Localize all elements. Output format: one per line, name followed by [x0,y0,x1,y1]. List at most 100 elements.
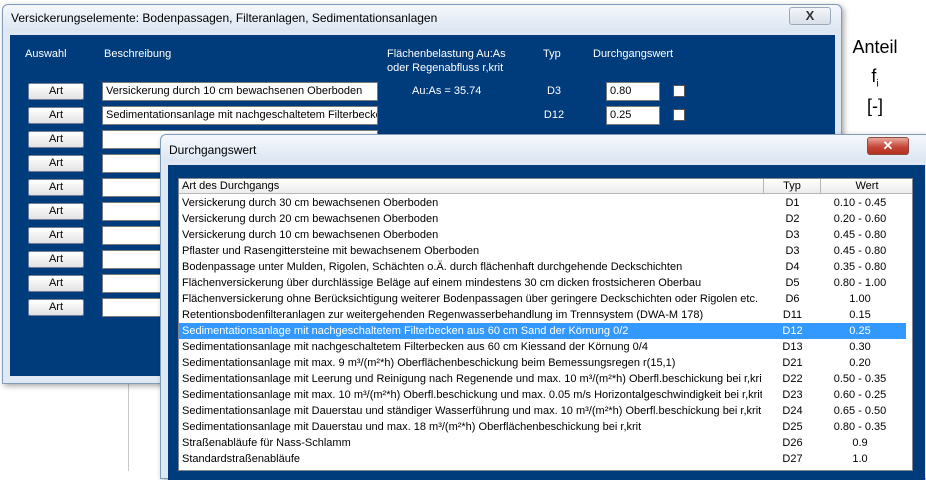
list-item-art: Standardstraßenabläufe [182,453,301,465]
dialog-title-bar[interactable]: Durchgangswert ✕ [161,135,926,161]
durchgangswert-field[interactable]: 0.25 [606,106,660,125]
list-item[interactable]: Flächenversickerung ohne Berücksichtigun… [179,291,906,307]
list-item-wert: 0.20 [849,357,871,369]
art-button[interactable]: Art [28,155,84,172]
durchgangswert-field[interactable]: 0.80 [606,82,660,101]
header-durchgangswert: Durchgangswert [593,48,674,60]
list-item-art: Sedimentationsanlage mit Leerung und Rei… [182,373,762,385]
list-item-wert: 0.80 - 0.35 [833,421,887,433]
row-checkbox[interactable] [673,109,685,121]
list-item-art: Sedimentationsanlage mit max. 9 m³/(m²*h… [182,357,676,369]
art-button[interactable]: Art [28,203,84,220]
art-button[interactable]: Art [28,83,84,100]
list-item-typ: D4 [785,261,800,273]
column-header-typ[interactable]: Typ [764,179,821,194]
typ-value: D3 [546,85,562,97]
list-item[interactable]: Sedimentationsanlage mit nachgeschaltete… [179,323,906,339]
list-item-wert: 0.10 - 0.45 [833,197,887,209]
list-item-art: Versickerung durch 30 cm bewachsenen Obe… [182,197,439,209]
list-item-typ: D3 [785,229,800,241]
list-item-typ: D25 [782,421,803,433]
list-item-wert: 0.45 - 0.80 [833,229,887,241]
list-item-typ: D5 [785,277,800,289]
header-typ: Typ [543,48,561,60]
list-item-typ: D6 [785,293,800,305]
header-flaechenbelastung-1: Flächenbelastung Au:As [387,48,506,60]
art-button[interactable]: Art [28,251,84,268]
list-item[interactable]: Flächenversickerung über durchlässige Be… [179,275,906,291]
f-subscript: i [876,78,879,90]
anteil-label: Anteil [852,37,898,57]
column-header-art[interactable]: Art des Durchgangs [179,179,764,194]
list-item[interactable]: Sedimentationsanlage mit Dauerstau und m… [179,419,906,435]
fi-label: fi [840,66,910,90]
beschreibung-field[interactable]: Sedimentationsanlage mit nachgeschaltete… [102,106,378,125]
list-item-typ: D1 [785,197,800,209]
header-beschreibung: Beschreibung [104,48,172,60]
list-item-wert: 0.9 [852,437,868,449]
list-item[interactable]: Sedimentationsanlage mit nachgeschaltete… [179,339,906,355]
list-item-art: Sedimentationsanlage mit nachgeschaltete… [182,341,648,353]
list-item[interactable]: Pflaster und Rasengittersteine mit bewac… [179,243,906,259]
durchgang-list[interactable]: Art des Durchgangs Typ Wert Versickerung… [178,178,913,471]
art-button[interactable]: Art [28,107,84,124]
list-item-wert: 0.25 [849,325,871,337]
beschreibung-field[interactable]: Versickerung durch 10 cm bewachsenen Obe… [102,82,378,101]
list-item-typ: D22 [782,373,803,385]
list-item[interactable]: Sedimentationsanlage mit Leerung und Rei… [179,371,906,387]
list-item-art: Pflaster und Rasengittersteine mit bewac… [182,245,480,257]
list-item[interactable]: Versickerung durch 30 cm bewachsenen Obe… [179,195,906,211]
list-item-typ: D21 [782,357,803,369]
main-title-bar[interactable]: Versickerungselemente: Bodenpassagen, Fi… [3,5,841,31]
list-item-wert: 0.35 - 0.80 [833,261,887,273]
unit-label: [-] [867,96,883,116]
dialog-close-button[interactable]: ✕ [867,137,909,155]
main-window-title: Versickerungselemente: Bodenpassagen, Fi… [11,11,438,25]
list-item[interactable]: Standardstraßenabläufe D27 1.0 [179,451,906,467]
list-item-wert: 0.65 - 0.50 [833,405,887,417]
art-button[interactable]: Art [28,275,84,292]
list-item-wert: 0.15 [849,309,871,321]
list-item-wert: 0.60 - 0.25 [833,389,887,401]
list-item[interactable]: Versickerung durch 10 cm bewachsenen Obe… [179,227,906,243]
list-item-art: Retentionsbodenfilteranlagen zur weiterg… [182,309,704,321]
row-checkbox[interactable] [673,85,685,97]
list-item[interactable]: Straßenabläufe für Nass-Schlamm D26 0.9 [179,435,906,451]
list-item-art: Versickerung durch 20 cm bewachsenen Obe… [182,213,439,225]
list-item-typ: D11 [782,309,803,321]
art-button[interactable]: Art [28,227,84,244]
list-item-art: Flächenversickerung über durchlässige Be… [182,277,702,289]
list-item-art: Sedimentationsanlage mit max. 10 m³/(m²*… [182,389,762,401]
list-item-wert: 0.50 - 0.35 [833,373,887,385]
list-item-art: Flächenversickerung ohne Berücksichtigun… [182,293,759,305]
art-button[interactable]: Art [28,179,84,196]
list-item[interactable]: Sedimentationsanlage mit max. 10 m³/(m²*… [179,387,906,403]
list-item-art: Straßenabläufe für Nass-Schlamm [182,437,351,449]
list-item-art: Sedimentationsanlage mit Dauerstau und m… [182,421,642,433]
list-item-art: Bodenpassage unter Mulden, Rigolen, Schä… [182,261,683,273]
list-item-wert: 0.80 - 1.00 [833,277,887,289]
typ-value: D12 [543,109,565,121]
list-item-typ: D12 [782,325,803,337]
list-item[interactable]: Retentionsbodenfilteranlagen zur weiterg… [179,307,906,323]
dialog-title: Durchgangswert [169,143,257,157]
list-item[interactable]: Sedimentationsanlage mit Dauerstau und s… [179,403,906,419]
art-button[interactable]: Art [28,131,84,148]
column-header-wert[interactable]: Wert [821,179,912,194]
list-item-art: Sedimentationsanlage mit Dauerstau und s… [182,405,762,417]
list-item[interactable]: Bodenpassage unter Mulden, Rigolen, Schä… [179,259,906,275]
list-item-typ: D13 [782,341,803,353]
art-button[interactable]: Art [28,299,84,316]
list-item-typ: D3 [785,245,800,257]
list-item[interactable]: Versickerung durch 20 cm bewachsenen Obe… [179,211,906,227]
list-item-wert: 1.00 [849,293,871,305]
list-item-wert: 0.20 - 0.60 [833,213,887,225]
main-close-button[interactable]: X [789,7,831,25]
header-auswahl: Auswahl [25,48,67,60]
list-item-typ: D24 [782,405,803,417]
list-item[interactable]: Sedimentationsanlage mit max. 9 m³/(m²*h… [179,355,906,371]
list-item-typ: D26 [782,437,803,449]
header-flaechenbelastung-2: oder Regenabfluss r,krit [387,62,504,74]
list-item-wert: 0.30 [849,341,871,353]
list-item-typ: D27 [782,453,803,465]
